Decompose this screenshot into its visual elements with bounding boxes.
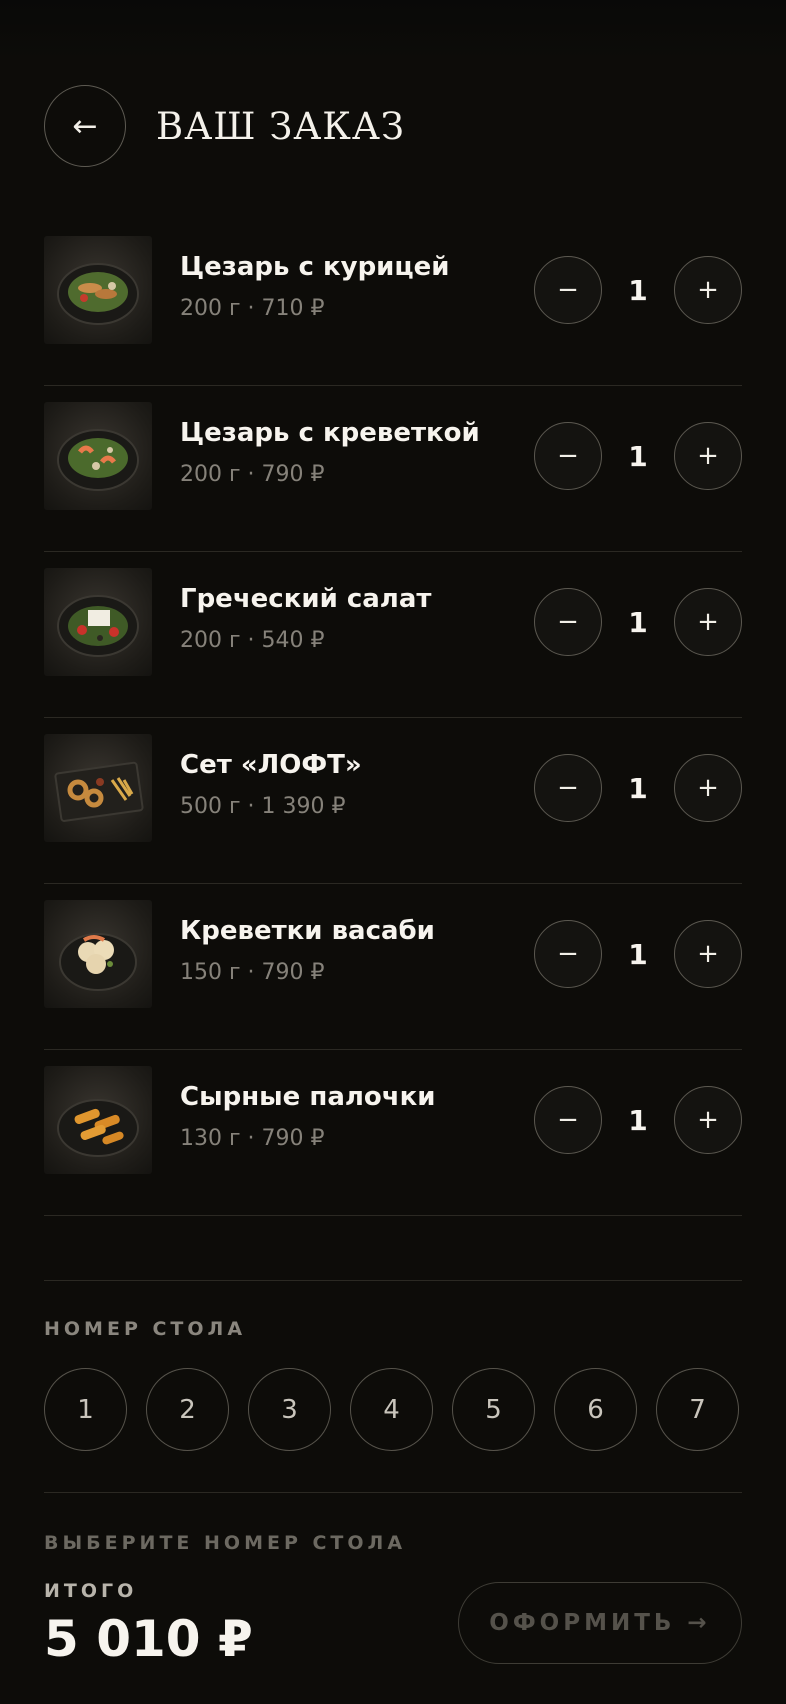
table-selector: 1 2 3 4 5 6 7	[44, 1368, 739, 1451]
dish-image	[44, 236, 152, 344]
section-divider	[44, 1280, 742, 1281]
quantity-stepper: − 1 +	[534, 754, 742, 822]
plus-icon: +	[697, 275, 719, 305]
decrease-button[interactable]: −	[534, 754, 602, 822]
table-number-label: НОМЕР СТОЛА	[44, 1318, 247, 1340]
minus-icon: −	[557, 607, 579, 637]
dish-name: Цезарь с креветкой	[180, 418, 480, 448]
quantity-stepper: − 1 +	[534, 422, 742, 490]
quantity-stepper: − 1 +	[534, 920, 742, 988]
plus-icon: +	[697, 441, 719, 471]
table-option-2[interactable]: 2	[146, 1368, 229, 1451]
plus-icon: +	[697, 773, 719, 803]
dish-name: Сет «ЛОФТ»	[180, 750, 362, 780]
quantity-value: 1	[628, 771, 648, 805]
decrease-button[interactable]: −	[534, 920, 602, 988]
dish-weight-price: 200 г · 540 ₽	[180, 628, 325, 653]
section-divider	[44, 1492, 742, 1493]
dish-weight-price: 150 г · 790 ₽	[180, 960, 325, 985]
quantity-stepper: − 1 +	[534, 1086, 742, 1154]
dish-image	[44, 900, 152, 1008]
table-option-1[interactable]: 1	[44, 1368, 127, 1451]
quantity-value: 1	[628, 605, 648, 639]
dish-weight-price: 500 г · 1 390 ₽	[180, 794, 346, 819]
order-item: Цезарь с креветкой 200 г · 790 ₽ − 1 +	[44, 386, 742, 552]
increase-button[interactable]: +	[674, 422, 742, 490]
order-item: Креветки васаби 150 г · 790 ₽ − 1 +	[44, 884, 742, 1050]
increase-button[interactable]: +	[674, 920, 742, 988]
table-option-6[interactable]: 6	[554, 1368, 637, 1451]
order-list: Цезарь с курицей 200 г · 710 ₽ − 1 + Цез…	[44, 220, 742, 1216]
dish-name: Цезарь с курицей	[180, 252, 450, 282]
decrease-button[interactable]: −	[534, 256, 602, 324]
total-label: ИТОГО	[44, 1580, 138, 1602]
dish-image	[44, 734, 152, 842]
page-title: ВАШ ЗАКАЗ	[156, 104, 405, 148]
decrease-button[interactable]: −	[534, 1086, 602, 1154]
order-item: Сет «ЛОФТ» 500 г · 1 390 ₽ − 1 +	[44, 718, 742, 884]
minus-icon: −	[557, 773, 579, 803]
select-table-hint: ВЫБЕРИТЕ НОМЕР СТОЛА	[44, 1532, 407, 1554]
minus-icon: −	[557, 275, 579, 305]
increase-button[interactable]: +	[674, 256, 742, 324]
dish-image	[44, 1066, 152, 1174]
plus-icon: +	[697, 939, 719, 969]
table-option-3[interactable]: 3	[248, 1368, 331, 1451]
dish-image	[44, 402, 152, 510]
quantity-stepper: − 1 +	[534, 256, 742, 324]
dish-name: Креветки васаби	[180, 916, 435, 946]
quantity-value: 1	[628, 439, 648, 473]
order-item: Сырные палочки 130 г · 790 ₽ − 1 +	[44, 1050, 742, 1216]
dish-image	[44, 568, 152, 676]
increase-button[interactable]: +	[674, 1086, 742, 1154]
header: ← ВАШ ЗАКАЗ	[44, 84, 405, 168]
quantity-stepper: − 1 +	[534, 588, 742, 656]
arrow-left-icon: ←	[72, 108, 98, 144]
plus-icon: +	[697, 607, 719, 637]
increase-button[interactable]: +	[674, 588, 742, 656]
dish-name: Сырные палочки	[180, 1082, 436, 1112]
quantity-value: 1	[628, 937, 648, 971]
total-value: 5 010 ₽	[44, 1610, 253, 1668]
minus-icon: −	[557, 939, 579, 969]
dish-weight-price: 130 г · 790 ₽	[180, 1126, 325, 1151]
table-option-7[interactable]: 7	[656, 1368, 739, 1451]
table-option-5[interactable]: 5	[452, 1368, 535, 1451]
quantity-value: 1	[628, 273, 648, 307]
dish-name: Греческий салат	[180, 584, 432, 614]
checkout-button[interactable]: ОФОРМИТЬ →	[458, 1582, 742, 1664]
decrease-button[interactable]: −	[534, 422, 602, 490]
back-button[interactable]: ←	[44, 85, 126, 167]
plus-icon: +	[697, 1105, 719, 1135]
order-item: Греческий салат 200 г · 540 ₽ − 1 +	[44, 552, 742, 718]
quantity-value: 1	[628, 1103, 648, 1137]
order-item: Цезарь с курицей 200 г · 710 ₽ − 1 +	[44, 220, 742, 386]
dish-weight-price: 200 г · 710 ₽	[180, 296, 325, 321]
decrease-button[interactable]: −	[534, 588, 602, 656]
minus-icon: −	[557, 441, 579, 471]
status-bar-area	[0, 0, 786, 60]
dish-weight-price: 200 г · 790 ₽	[180, 462, 325, 487]
minus-icon: −	[557, 1105, 579, 1135]
increase-button[interactable]: +	[674, 754, 742, 822]
table-option-4[interactable]: 4	[350, 1368, 433, 1451]
